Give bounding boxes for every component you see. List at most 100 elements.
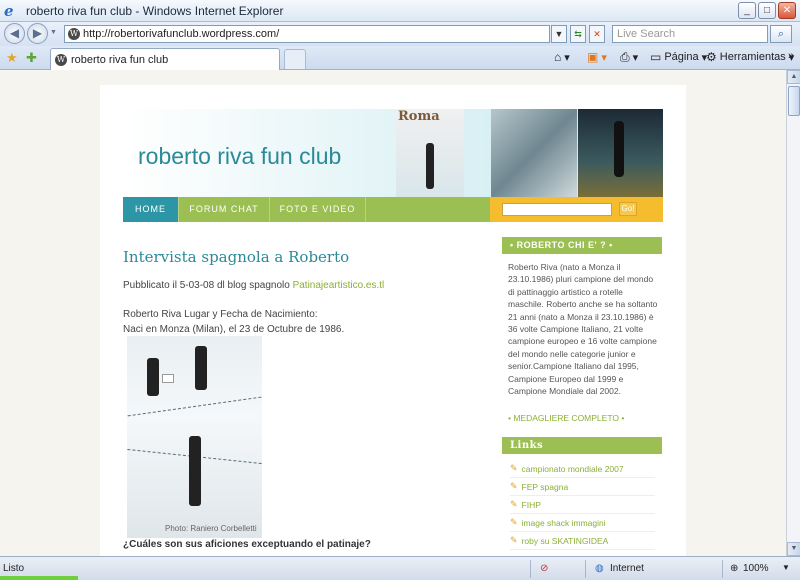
sidebar-about-text: Roberto Riva (nato a Monza il 23.10.1986… <box>508 262 658 397</box>
stop-icon[interactable]: ✕ <box>589 25 605 43</box>
globe-icon: ◍ <box>595 563 604 574</box>
tools-menu-label: Herramientas <box>719 51 786 63</box>
scroll-up-arrow-icon[interactable]: ▲ <box>787 70 800 84</box>
back-button[interactable]: ◀ <box>4 23 25 44</box>
skater-figure <box>614 121 624 177</box>
blog-title[interactable]: roberto riva fun club <box>138 143 341 170</box>
link-icon: ✎ <box>510 499 518 509</box>
sidebar-link[interactable]: ✎ image shack immagini <box>510 514 655 532</box>
address-field[interactable]: W http://robertorivafunclub.wordpress.co… <box>64 25 550 43</box>
window-controls: _ □ ✕ <box>738 2 796 19</box>
sidebar-link[interactable]: ✎ roby su SKATINGIDEA <box>510 532 655 550</box>
refresh-icon[interactable]: ⇆ <box>570 25 586 43</box>
minimize-button[interactable]: _ <box>738 2 756 19</box>
status-text: Listo <box>3 563 25 574</box>
link-icon: ✎ <box>510 463 518 473</box>
gear-icon: ⚙ <box>706 50 717 64</box>
sidebar-link-label: FIHP <box>521 499 541 510</box>
photo-credit: Photo: Raniero Corbelletti <box>165 524 257 533</box>
print-icon[interactable]: ⎙ ▾ <box>620 50 638 65</box>
url-text: http://robertorivafunclub.wordpress.com/ <box>83 28 280 40</box>
page-icon: ▭ <box>650 50 662 64</box>
wordpress-favicon-icon: W <box>68 28 80 40</box>
window-titlebar: e roberto riva fun club - Windows Intern… <box>0 0 800 22</box>
history-dropdown-icon[interactable]: ▼ <box>50 29 57 36</box>
zone-label: Internet <box>610 563 644 574</box>
tab-label: roberto riva fun club <box>71 53 169 66</box>
tools-menu[interactable]: ⚙ Herramientas ▾ <box>706 50 794 64</box>
skater-figure <box>189 436 201 506</box>
award-sign <box>162 374 174 383</box>
home-icon[interactable]: ⌂ ▾ <box>554 50 570 64</box>
post-title[interactable]: Intervista spagnola a Roberto <box>123 248 349 266</box>
overflow-chevron-icon[interactable]: » <box>788 50 794 62</box>
load-progress <box>0 576 78 580</box>
blog-search-area: Go! <box>490 197 663 222</box>
address-row: ◀ ▶ ▼ W http://robertorivafunclub.wordpr… <box>0 22 800 46</box>
tab-row: ★ ✚ W roberto riva fun club ⌂ ▾ ▣ ▾ ⎙ ▾ ▭ Pá… <box>0 46 800 70</box>
address-dropdown-icon[interactable]: ▼ <box>551 25 567 43</box>
zoom-dropdown-icon[interactable]: ▼ <box>782 563 790 572</box>
blog-header: roberto riva fun club Roma <box>123 109 663 197</box>
window-title: roberto riva fun club - Windows Internet… <box>26 3 284 18</box>
skater-figure <box>426 143 434 189</box>
nav-home[interactable]: HOME <box>123 197 179 222</box>
published-source-link[interactable]: Patinajeartistico.es.tl <box>293 280 385 291</box>
judge-figure <box>147 358 159 396</box>
browser-viewport: roberto riva fun club Roma HOME FORUM CH… <box>0 70 786 556</box>
sidebar-links-heading: Links <box>502 437 662 454</box>
nav-forum-chat[interactable]: FORUM CHAT <box>179 197 270 222</box>
rink-line <box>127 396 262 417</box>
sidebar-link-label: image shack immagini <box>521 517 606 528</box>
divider <box>530 560 531 578</box>
zoom-level[interactable]: 100% <box>743 563 769 574</box>
wordpress-favicon-icon: W <box>55 53 67 66</box>
zoom-icon: ⊕ <box>730 563 739 574</box>
post-line-2: Naci en Monza (Milan), el 23 de Octubre … <box>123 324 345 335</box>
popup-blocked-icon[interactable]: ⊘ <box>540 563 548 574</box>
published-text: Pubblicato il 5-03-08 dl blog spagnolo <box>123 280 293 291</box>
page-menu-label: Página <box>664 51 699 63</box>
sidebar-about-heading: • ROBERTO CHI E' ? • <box>502 237 662 254</box>
add-favorites-icon[interactable]: ✚ <box>26 50 37 66</box>
sidebar-link[interactable]: ✎ campionato mondiale 2007 <box>510 460 655 478</box>
link-icon: ✎ <box>510 481 518 491</box>
post-subheading: ¿Cuáles son sus aficiones exceptuando el… <box>123 539 371 550</box>
post-line-1: Roberto Riva Lugar y Fecha de Nacimiento… <box>123 309 318 320</box>
blog-search-button[interactable]: Go! <box>619 202 637 216</box>
favorites-star-icon[interactable]: ★ <box>6 50 18 66</box>
sidebar-link[interactable]: ✎ FEP spagna <box>510 478 655 496</box>
blog-page: roberto riva fun club Roma HOME FORUM CH… <box>100 85 686 556</box>
divider <box>585 560 586 578</box>
page-menu[interactable]: ▭ Página ▾ <box>650 50 707 64</box>
header-photo-2 <box>491 109 577 197</box>
search-icon[interactable]: ⌕ <box>770 25 792 43</box>
sidebar-link[interactable]: ✎ FIHP <box>510 496 655 514</box>
sidebar-link-label: campionato mondiale 2007 <box>521 463 624 474</box>
sidebar-link-label: FEP spagna <box>521 481 569 492</box>
header-photo-roma: Roma <box>396 109 464 197</box>
feeds-icon[interactable]: ▣ ▾ <box>587 50 607 64</box>
status-bar: Listo ⊘ ◍ Internet ⊕ 100% ▼ <box>0 556 800 580</box>
presenter-figure <box>195 346 207 390</box>
post-published: Pubblicato il 5-03-08 dl blog spagnolo P… <box>123 278 384 293</box>
vertical-scrollbar[interactable]: ▲ ▼ <box>786 70 800 556</box>
nav-foto-video[interactable]: FOTO E VIDEO <box>270 197 366 222</box>
post-photo[interactable]: Photo: Raniero Corbelletti <box>127 336 262 538</box>
ie-logo-icon: e <box>4 1 14 20</box>
close-button[interactable]: ✕ <box>778 2 796 19</box>
maximize-button[interactable]: □ <box>758 2 776 19</box>
divider <box>722 560 723 578</box>
header-photo-3 <box>578 109 663 197</box>
forward-button[interactable]: ▶ <box>27 23 48 44</box>
link-icon: ✎ <box>510 535 518 545</box>
new-tab-button[interactable] <box>284 49 306 69</box>
blog-search-input[interactable] <box>502 203 612 216</box>
scroll-down-arrow-icon[interactable]: ▼ <box>787 542 800 556</box>
link-icon: ✎ <box>510 517 518 527</box>
live-search-input[interactable]: Live Search <box>612 25 768 43</box>
medagliere-link[interactable]: • MEDAGLIERE COMPLETO • <box>508 413 624 423</box>
scroll-thumb[interactable] <box>788 86 800 116</box>
header-photo-text: Roma <box>398 109 440 124</box>
tab-roberto-riva[interactable]: W roberto riva fun club <box>50 48 280 70</box>
